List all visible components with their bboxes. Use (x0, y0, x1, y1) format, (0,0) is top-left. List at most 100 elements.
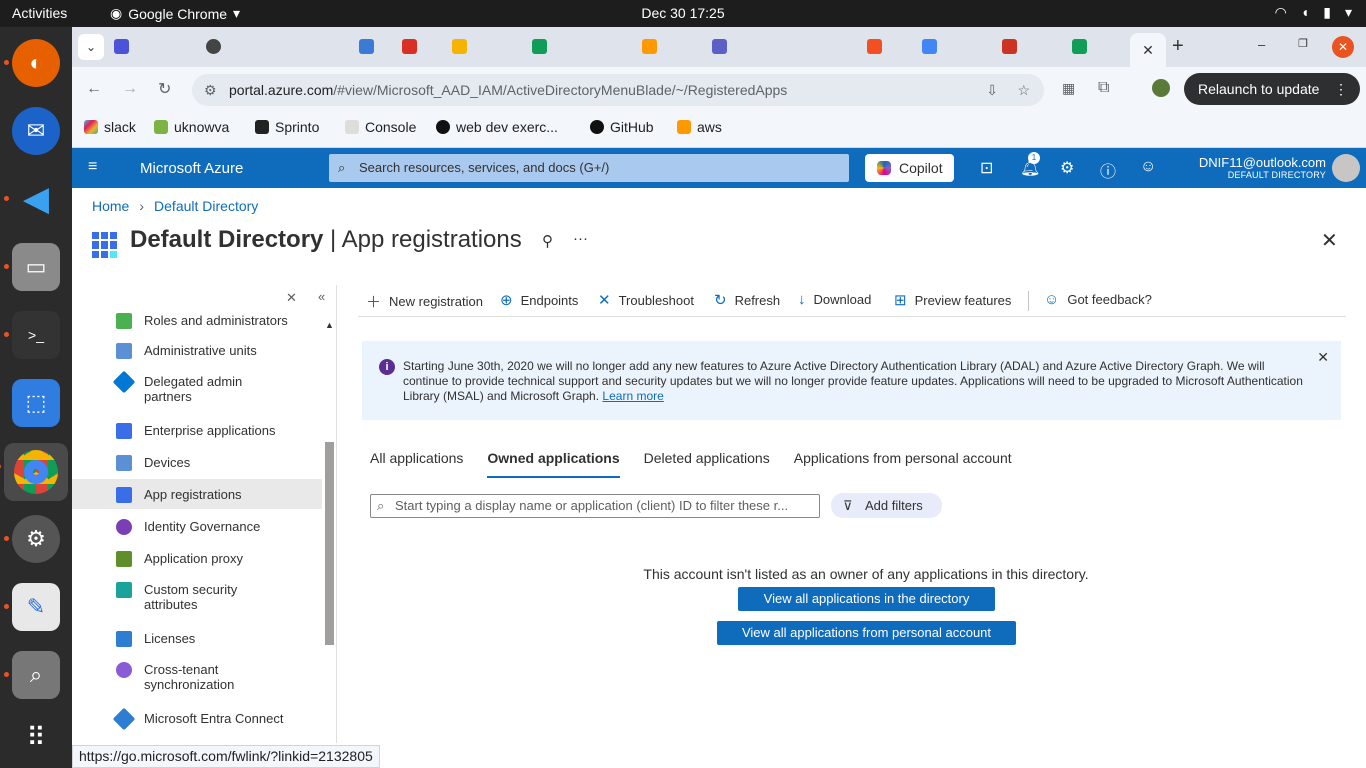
active-tab[interactable]: ✕ (1130, 33, 1166, 67)
qr-icon[interactable]: ▦ (1062, 80, 1075, 97)
bookmark-slack[interactable]: slack (84, 119, 136, 135)
install-icon[interactable]: ⇩ (986, 74, 998, 106)
tab-favicon[interactable] (867, 39, 882, 54)
notifications-icon[interactable]: 🔔︎ 1 (1020, 152, 1040, 178)
filter-input[interactable]: ⌕ Start typing a display name or applica… (370, 494, 820, 518)
show-apps-icon[interactable]: ⠿ (12, 713, 60, 761)
extensions-icon[interactable]: ⧉ (1098, 79, 1109, 97)
account-menu[interactable]: DNIF11@outlook.com DEFAULT DIRECTORY (1199, 155, 1326, 180)
learn-more-link[interactable]: Learn more (602, 389, 663, 403)
address-bar[interactable]: ⚙ portal.azure.com/#view/Microsoft_AAD_I… (192, 74, 1044, 106)
sidebar-item-entra-connect[interactable]: Microsoft Entra Connect (72, 707, 322, 731)
bookmark-webdev[interactable]: web dev exerc... (436, 119, 558, 135)
relaunch-button[interactable]: Relaunch to update ⋮ (1184, 73, 1360, 105)
bookmark-sprinto[interactable]: Sprinto (255, 119, 319, 135)
tab-all-applications[interactable]: All applications (370, 450, 463, 478)
bookmark-console[interactable]: Console (345, 119, 416, 135)
bookmark-label: Sprinto (275, 119, 320, 135)
close-blade-icon[interactable]: ✕ (1321, 228, 1338, 253)
bookmark-aws[interactable]: aws (677, 119, 722, 135)
hamburger-menu-icon[interactable]: ≡ (88, 158, 97, 176)
system-tray[interactable]: ◠ ◖ ▮ ▾ (1275, 4, 1352, 21)
terminal-icon[interactable]: >_ (4, 311, 60, 359)
sidebar-item-custom-security[interactable]: Custom security attributes (72, 582, 282, 612)
site-info-icon[interactable]: ⚙ (204, 74, 217, 106)
view-directory-apps-button[interactable]: View all applications in the directory (738, 587, 995, 611)
tab-personal-account[interactable]: Applications from personal account (794, 450, 1012, 478)
close-icon[interactable]: ✕ (1317, 350, 1329, 365)
tab-favicon[interactable] (642, 39, 657, 54)
view-personal-apps-button[interactable]: View all applications from personal acco… (717, 621, 1016, 645)
download-button[interactable]: ↓ Download (798, 291, 871, 308)
settings-icon[interactable]: ⚙ (4, 515, 60, 563)
vscode-icon[interactable]: ◀ (4, 175, 60, 223)
sidebar-item-devices[interactable]: Devices (72, 455, 322, 471)
text-editor-icon[interactable]: ✎ (4, 583, 60, 631)
sidebar-item-cross-tenant[interactable]: Cross-tenant synchronization (72, 662, 282, 692)
screenshot-icon[interactable]: ⬚ (12, 379, 60, 427)
sidebar-item-roles[interactable]: Roles and administrators (72, 313, 322, 329)
tab-favicon[interactable] (1002, 39, 1017, 54)
tab-favicon[interactable] (452, 39, 467, 54)
tab-favicon[interactable] (712, 39, 727, 54)
app-menu[interactable]: ◉ Google Chrome ▾ (110, 5, 240, 22)
endpoints-button[interactable]: ⊕ Endpoints (500, 291, 578, 309)
sidebar-item-admin-units[interactable]: Administrative units (72, 343, 322, 359)
forward-icon[interactable]: → (122, 80, 138, 98)
chrome-dock-icon[interactable] (0, 443, 68, 501)
reload-icon[interactable]: ↻ (158, 79, 171, 99)
tab-favicon[interactable] (402, 39, 417, 54)
refresh-button[interactable]: ↻ Refresh (714, 291, 780, 309)
thunderbird-icon[interactable]: ✉ (12, 107, 60, 155)
new-tab-button[interactable]: + (1172, 35, 1184, 58)
sidebar-scrollbar[interactable]: ▲ (322, 320, 336, 743)
azure-brand[interactable]: Microsoft Azure (140, 160, 243, 177)
close-window-button[interactable]: ✕ (1332, 36, 1354, 58)
feedback-button[interactable]: ☺ Got feedback? (1044, 291, 1152, 308)
tab-favicon[interactable] (922, 39, 937, 54)
tab-favicon[interactable] (114, 39, 129, 54)
cloud-shell-icon[interactable]: ⊡ (980, 158, 993, 178)
sidebar-item-delegated-admin[interactable]: Delegated admin partners (72, 370, 282, 404)
sidebar-item-licenses[interactable]: Licenses (72, 631, 322, 647)
files-icon[interactable]: ▭ (4, 243, 60, 291)
activities-button[interactable]: Activities (12, 5, 67, 21)
sidebar-item-identity-governance[interactable]: Identity Governance (72, 519, 322, 535)
help-icon[interactable]: ⓘ (1100, 158, 1116, 182)
tab-favicon[interactable] (1072, 39, 1087, 54)
sidebar-item-application-proxy[interactable]: Application proxy (72, 551, 322, 567)
bookmark-star-icon[interactable]: ☆ (1017, 74, 1030, 106)
sidebar-item-app-registrations[interactable]: App registrations (72, 479, 322, 509)
bookmark-uknowva[interactable]: uknowva (154, 119, 229, 135)
more-options-icon[interactable]: ··· (573, 230, 588, 247)
add-filters-button[interactable]: ⊽ Add filters (831, 493, 942, 518)
breadcrumb-directory[interactable]: Default Directory (154, 198, 258, 214)
back-icon[interactable]: ← (86, 80, 102, 98)
new-registration-button[interactable]: ＋ New registration (366, 291, 483, 312)
preview-features-button[interactable]: ⊞ Preview features (894, 291, 1011, 309)
maximize-button[interactable]: ❐ (1298, 37, 1308, 50)
tab-deleted-applications[interactable]: Deleted applications (644, 450, 770, 478)
global-search-input[interactable]: ⌕ Search resources, services, and docs (G… (329, 154, 849, 182)
copilot-button[interactable]: Copilot (865, 154, 954, 182)
close-icon[interactable]: ✕ (1142, 42, 1154, 59)
bookmark-github[interactable]: GitHub (590, 119, 654, 135)
tab-owned-applications[interactable]: Owned applications (487, 450, 620, 478)
scrollbar-thumb[interactable] (325, 442, 334, 645)
troubleshoot-button[interactable]: ✕ Troubleshoot (598, 291, 694, 309)
profile-avatar[interactable] (1152, 79, 1170, 97)
sidebar-item-enterprise-apps[interactable]: Enterprise applications (72, 423, 322, 439)
scroll-up-icon[interactable]: ▲ (325, 320, 334, 330)
firefox-icon[interactable]: ◐ (4, 39, 60, 87)
tab-favicon[interactable] (359, 39, 374, 54)
tab-favicon[interactable] (532, 39, 547, 54)
tab-favicon[interactable] (206, 39, 221, 54)
tab-search-button[interactable]: ⌄ (78, 34, 104, 60)
pin-icon[interactable]: ⚲ (542, 232, 553, 250)
avatar[interactable] (1332, 154, 1360, 182)
minimize-button[interactable]: – (1258, 37, 1265, 52)
settings-gear-icon[interactable]: ⚙ (1060, 158, 1074, 178)
breadcrumb-home[interactable]: Home (92, 198, 129, 214)
image-viewer-icon[interactable]: ⌕ (4, 651, 60, 699)
feedback-icon[interactable]: ☺ (1140, 158, 1156, 176)
